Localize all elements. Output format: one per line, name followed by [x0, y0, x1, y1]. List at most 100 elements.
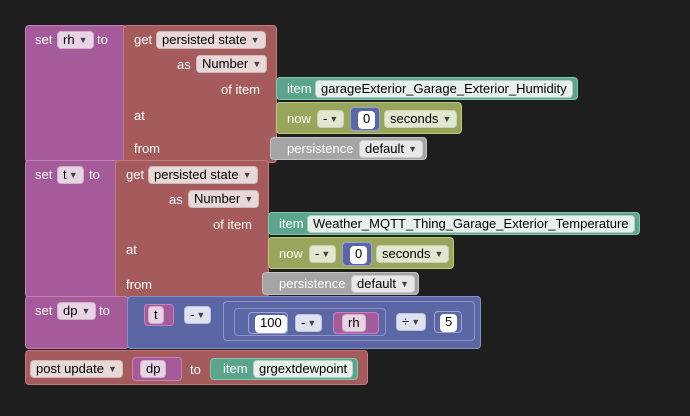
- variable-getter-dp[interactable]: dp: [132, 357, 182, 381]
- dropdown-value: post update: [36, 361, 104, 376]
- variable-name: t: [63, 167, 67, 182]
- number-field[interactable]: 5: [440, 314, 458, 332]
- operator-dropdown[interactable]: ÷ ▼: [396, 313, 427, 331]
- operator-dropdown[interactable]: - ▼: [295, 314, 323, 332]
- dropdown-value: seconds: [390, 111, 439, 126]
- at-label: at: [134, 108, 145, 123]
- persistence-block-t[interactable]: persistence default ▼: [262, 272, 419, 295]
- from-label: from: [134, 141, 160, 156]
- variable-name: dp: [63, 303, 78, 318]
- number-block-100[interactable]: 100: [248, 312, 288, 334]
- number-field[interactable]: 100: [255, 315, 287, 333]
- item-name-field[interactable]: grgextdewpoint: [253, 360, 354, 378]
- set-rh-block[interactable]: set rh ▼ to: [25, 25, 127, 163]
- dropdown-value: Number: [194, 191, 241, 206]
- operator-dropdown[interactable]: - ▼: [184, 306, 212, 324]
- dropdown-value: default: [357, 276, 397, 291]
- variable-name[interactable]: rh: [342, 314, 366, 332]
- dropdown-arrow-icon: ▼: [250, 35, 260, 45]
- persistence-service-dropdown[interactable]: default ▼: [359, 140, 424, 158]
- set-label: set: [35, 32, 53, 47]
- persistence-block-rh[interactable]: persistence default ▼: [270, 137, 427, 160]
- as-label: as: [177, 57, 191, 72]
- dropdown-arrow-icon: ▼: [408, 144, 418, 154]
- dropdown-arrow-icon: ▼: [329, 114, 339, 124]
- number-block-5[interactable]: 5: [434, 311, 462, 333]
- unit-dropdown[interactable]: seconds ▼: [376, 245, 450, 263]
- dropdown-arrow-icon: ▼: [242, 170, 252, 180]
- persisted-state-dropdown[interactable]: persisted state ▼: [156, 31, 266, 49]
- get-persisted-state-block-rh[interactable]: get persisted state ▼ as Number ▼ of item …: [123, 25, 277, 163]
- variable-name: rh: [63, 32, 75, 47]
- set-dp-block[interactable]: set dp ▼ to: [25, 296, 129, 349]
- persistence-service-dropdown[interactable]: default ▼: [351, 275, 416, 293]
- persistence-label: persistence: [279, 276, 346, 291]
- now-block-t[interactable]: now - ▼ 0 seconds ▼: [268, 237, 454, 269]
- dropdown-arrow-icon: ▼: [321, 249, 331, 259]
- post-update-block[interactable]: post update ▼ dp to item grgextdewpoint: [25, 350, 368, 385]
- item-block-temperature[interactable]: item Weather_MQTT_Thing_Garage_Exterior_…: [268, 212, 640, 235]
- variable-dropdown[interactable]: rh ▼: [57, 31, 94, 49]
- set-label: set: [35, 167, 53, 182]
- get-label: get: [134, 32, 153, 47]
- dropdown-arrow-icon: ▼: [108, 364, 117, 374]
- now-label: now: [287, 111, 311, 126]
- dropdown-arrow-icon: ▼: [78, 35, 88, 45]
- item-name-field[interactable]: garageExterior_Garage_Exterior_Humidity: [315, 80, 573, 98]
- item-block-humidity[interactable]: item garageExterior_Garage_Exterior_Humi…: [276, 77, 578, 100]
- dropdown-value: -: [323, 111, 328, 126]
- dropdown-arrow-icon: ▼: [307, 318, 317, 328]
- to-label: to: [190, 362, 201, 377]
- to-label: to: [99, 303, 110, 318]
- number-block[interactable]: 0: [342, 242, 372, 266]
- at-label: at: [126, 242, 137, 257]
- operator-dropdown[interactable]: - ▼: [317, 110, 345, 128]
- dropdown-value: ÷: [402, 314, 410, 329]
- variable-dropdown[interactable]: dp ▼: [57, 302, 97, 320]
- dropdown-value: default: [365, 141, 405, 156]
- operator-dropdown[interactable]: - ▼: [309, 245, 337, 263]
- get-persisted-state-block-t[interactable]: get persisted state ▼ as Number ▼ of item …: [115, 160, 269, 298]
- item-label: item: [223, 361, 248, 376]
- dropdown-arrow-icon: ▼: [400, 279, 410, 289]
- math-subtract-inner-block[interactable]: 100 - ▼ rh: [234, 308, 386, 336]
- type-dropdown[interactable]: Number ▼: [188, 190, 260, 208]
- unit-dropdown[interactable]: seconds ▼: [384, 110, 458, 128]
- variable-name[interactable]: t: [148, 306, 164, 324]
- persisted-state-dropdown[interactable]: persisted state ▼: [148, 166, 258, 184]
- dropdown-arrow-icon: ▼: [411, 317, 421, 327]
- math-divide-block[interactable]: 100 - ▼ rh ÷ ▼ 5: [223, 301, 475, 341]
- get-label: get: [126, 167, 145, 182]
- type-dropdown[interactable]: Number ▼: [196, 55, 268, 73]
- of-item-label: of item: [213, 217, 253, 232]
- item-name-field[interactable]: Weather_MQTT_Thing_Garage_Exterior_Tempe…: [307, 215, 635, 233]
- number-field[interactable]: 0: [350, 246, 368, 264]
- dropdown-arrow-icon: ▼: [252, 59, 262, 69]
- variable-getter-rh[interactable]: rh: [333, 312, 379, 334]
- item-block-dewpoint[interactable]: item grgextdewpoint: [210, 358, 358, 380]
- variable-dropdown[interactable]: t ▼: [57, 166, 84, 184]
- persistence-label: persistence: [287, 141, 354, 156]
- variable-name[interactable]: dp: [140, 360, 167, 378]
- math-subtract-block[interactable]: t - ▼ 100 - ▼ rh ÷ ▼ 5: [127, 296, 481, 349]
- set-t-block[interactable]: set t ▼ to: [25, 160, 119, 298]
- item-label: item: [287, 81, 312, 96]
- dropdown-value: -: [315, 246, 320, 261]
- dropdown-value: -: [190, 307, 195, 322]
- dropdown-value: -: [301, 315, 306, 330]
- dropdown-value: seconds: [382, 246, 431, 261]
- number-block[interactable]: 0: [350, 107, 380, 131]
- post-update-dropdown[interactable]: post update ▼: [30, 360, 123, 378]
- number-field[interactable]: 0: [358, 111, 376, 129]
- dropdown-arrow-icon: ▼: [244, 194, 254, 204]
- now-label: now: [279, 246, 303, 261]
- item-label: item: [279, 216, 304, 231]
- from-label: from: [126, 277, 152, 292]
- of-item-label: of item: [221, 82, 261, 97]
- to-label: to: [97, 32, 108, 47]
- set-label: set: [35, 303, 53, 318]
- now-block-rh[interactable]: now - ▼ 0 seconds ▼: [276, 102, 462, 134]
- dropdown-arrow-icon: ▼: [196, 310, 206, 320]
- variable-getter-t[interactable]: t: [144, 304, 174, 326]
- blockly-workspace[interactable]: set rh ▼ to get persisted state ▼ as Numbe…: [0, 0, 690, 416]
